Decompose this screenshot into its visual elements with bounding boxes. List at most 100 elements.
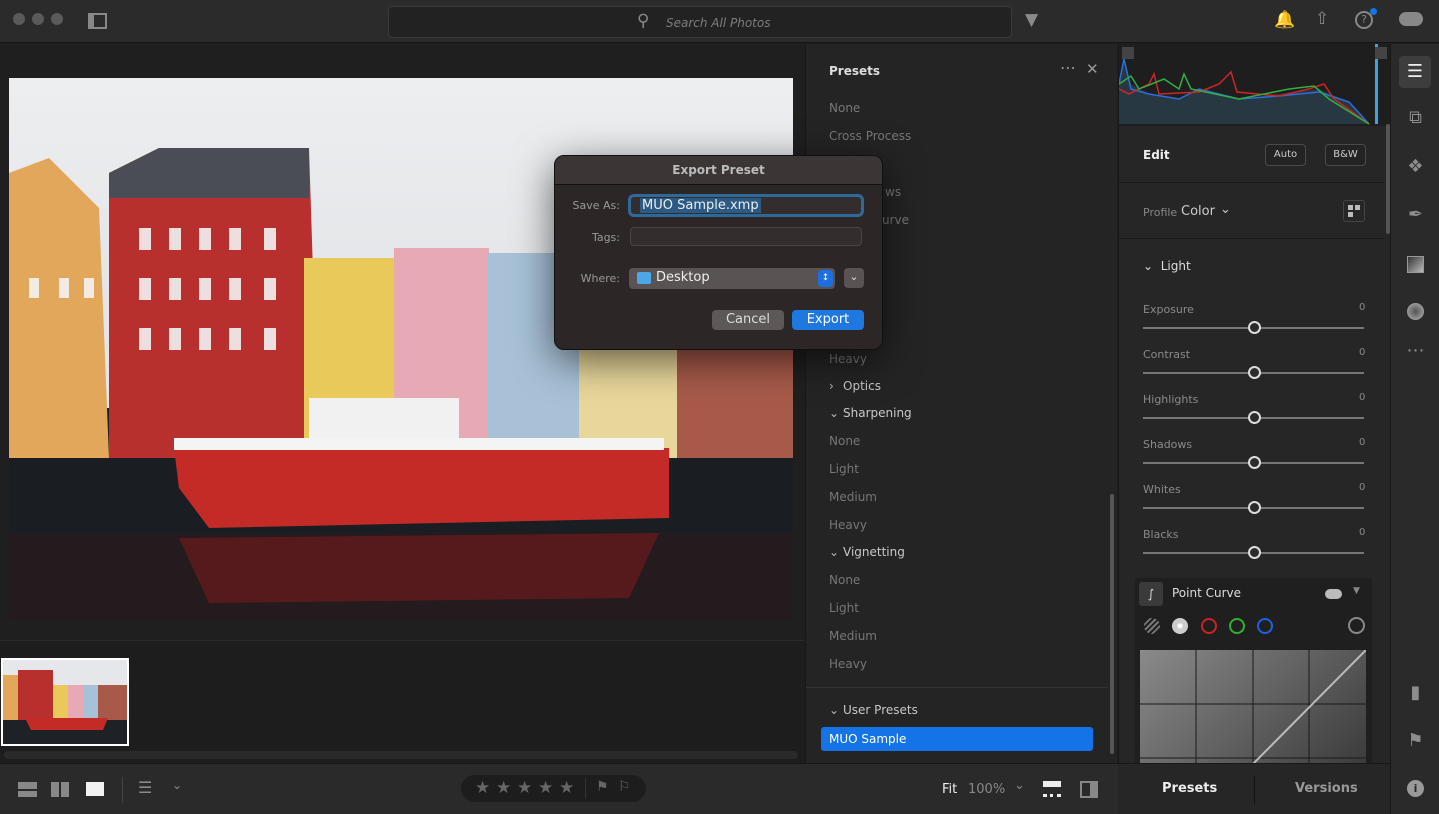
window-close-button[interactable] [13, 13, 25, 25]
slider-label: Highlights [1143, 393, 1199, 406]
sidebar-toggle-icon[interactable] [88, 13, 107, 29]
green-channel-button[interactable] [1229, 618, 1245, 634]
bell-icon[interactable]: 🔔 [1274, 10, 1295, 30]
save-as-input[interactable]: MUO Sample.xmp [628, 194, 864, 217]
star-2[interactable]: ★ [496, 778, 511, 798]
preset-item-muo-sample[interactable]: MUO Sample [821, 727, 1093, 751]
preset-item[interactable]: Medium [829, 629, 877, 643]
chevron-down-icon: ⌄ [829, 703, 840, 717]
preset-item[interactable]: ws [885, 185, 901, 199]
healing-bandage-icon[interactable]: ❖ [1403, 156, 1428, 181]
preset-item[interactable]: Heavy [829, 352, 867, 366]
compare-view-icon[interactable] [1080, 781, 1098, 798]
section-sharpening[interactable]: ⌄ Sharpening [829, 406, 912, 420]
more-tools-icon[interactable]: ⋯ [1403, 340, 1428, 365]
slider-value[interactable]: 0 [1359, 347, 1365, 358]
parametric-curve-icon[interactable] [1144, 618, 1160, 634]
red-channel-button[interactable] [1201, 618, 1217, 634]
curve-icon[interactable]: ∫ [1139, 582, 1163, 606]
search-placeholder: Search All Photos [666, 16, 771, 30]
close-icon[interactable]: ✕ [1086, 60, 1099, 78]
auto-button[interactable]: Auto [1265, 144, 1306, 166]
preset-item[interactable]: Heavy [829, 518, 867, 532]
star-5[interactable]: ★ [559, 778, 574, 798]
square-grid-view-icon[interactable] [51, 782, 69, 797]
star-1[interactable]: ★ [475, 778, 490, 798]
photo-grid-view-icon[interactable] [18, 782, 37, 797]
comment-icon[interactable]: ▮ [1403, 682, 1428, 707]
section-label: Optics [843, 379, 881, 393]
search-input[interactable]: ⚲ Search All Photos [388, 6, 1012, 38]
edit-sliders-icon[interactable]: ☰ [1399, 56, 1431, 88]
presets-scrollbar[interactable] [1110, 494, 1114, 754]
zoom-chevron-down-icon[interactable]: ⌄ [1014, 778, 1025, 793]
share-icon[interactable]: ⇧ [1315, 9, 1329, 29]
window-zoom-button[interactable] [51, 13, 63, 25]
linear-gradient-icon[interactable] [1407, 256, 1424, 273]
curve-graph[interactable] [1140, 649, 1367, 771]
presets-panel: Presets ⋯ ✕ None Cross Process ws urve H… [805, 44, 1117, 763]
light-section-header[interactable]: ⌄ Light [1143, 259, 1191, 273]
more-options-icon[interactable]: ⋯ [1060, 58, 1076, 77]
export-button[interactable]: Export [792, 310, 864, 330]
profile-browser-icon[interactable] [1343, 200, 1365, 222]
slider-knob[interactable] [1248, 411, 1261, 424]
target-adjustment-icon[interactable] [1348, 617, 1365, 634]
section-optics[interactable]: › Optics [829, 379, 881, 393]
preset-item[interactable]: None [829, 573, 860, 587]
slider-knob[interactable] [1248, 366, 1261, 379]
filmstrip-thumbnail[interactable] [1, 658, 129, 746]
preset-item[interactable]: urve [882, 213, 909, 227]
slider-knob[interactable] [1248, 501, 1261, 514]
preset-item[interactable]: Cross Process [829, 129, 911, 143]
filmstrip-scrollbar[interactable] [4, 751, 798, 759]
slider-knob[interactable] [1248, 456, 1261, 469]
where-dropdown[interactable]: Desktop ↕ [629, 268, 835, 289]
tag-icon[interactable]: ⚑ [1403, 730, 1428, 755]
zoom-level-button[interactable]: 100% [968, 782, 1005, 797]
preset-item[interactable]: None [829, 101, 860, 115]
flag-pick-icon[interactable]: ⚑ [596, 779, 609, 795]
sort-icon[interactable]: ☰ [138, 778, 152, 797]
filter-icon[interactable]: ▼ [1025, 10, 1038, 30]
slider-value[interactable]: 0 [1359, 437, 1365, 448]
curve-toggle[interactable] [1325, 589, 1342, 599]
bw-button[interactable]: B&W [1325, 144, 1366, 166]
blue-channel-button[interactable] [1257, 618, 1273, 634]
brush-icon[interactable]: ✒ [1403, 204, 1428, 229]
tab-versions[interactable]: Versions [1295, 781, 1358, 796]
info-icon[interactable]: i [1407, 780, 1424, 797]
filmstrip-toggle-icon[interactable] [1043, 781, 1061, 797]
preset-item[interactable]: Light [829, 601, 859, 615]
slider-value[interactable]: 0 [1359, 482, 1365, 493]
tab-presets[interactable]: Presets [1162, 781, 1217, 796]
profile-dropdown[interactable]: Color [1181, 204, 1215, 219]
slider-knob[interactable] [1248, 546, 1261, 559]
radial-gradient-icon[interactable] [1407, 303, 1424, 320]
slider-value[interactable]: 0 [1359, 527, 1365, 538]
slider-value[interactable]: 0 [1359, 392, 1365, 403]
detail-view-icon[interactable] [86, 782, 104, 796]
star-3[interactable]: ★ [517, 778, 532, 798]
zoom-fit-button[interactable]: Fit [942, 782, 957, 797]
preset-item[interactable]: Medium [829, 490, 877, 504]
crop-icon[interactable]: ⧉ [1403, 107, 1428, 132]
sort-chevron-down-icon[interactable]: ⌄ [172, 778, 182, 792]
preset-item[interactable]: Light [829, 462, 859, 476]
expand-dialog-button[interactable]: ⌄ [844, 268, 864, 288]
slider-value[interactable]: 0 [1359, 302, 1365, 313]
tags-input[interactable] [630, 227, 862, 246]
cloud-icon[interactable] [1399, 12, 1423, 26]
cancel-button[interactable]: Cancel [712, 310, 784, 330]
preset-item[interactable]: None [829, 434, 860, 448]
section-user-presets[interactable]: ⌄ User Presets [829, 703, 918, 717]
curve-dropdown-icon[interactable]: ▼ [1353, 586, 1360, 596]
window-minimize-button[interactable] [32, 13, 44, 25]
profile-chevron-down-icon[interactable]: ⌄ [1220, 202, 1231, 217]
star-4[interactable]: ★ [538, 778, 553, 798]
flag-reject-icon[interactable]: ⚐ [618, 779, 631, 795]
preset-item[interactable]: Heavy [829, 657, 867, 671]
rgb-channel-button[interactable] [1172, 618, 1188, 634]
section-vignetting[interactable]: ⌄ Vignetting [829, 545, 905, 559]
slider-knob[interactable] [1248, 321, 1261, 334]
